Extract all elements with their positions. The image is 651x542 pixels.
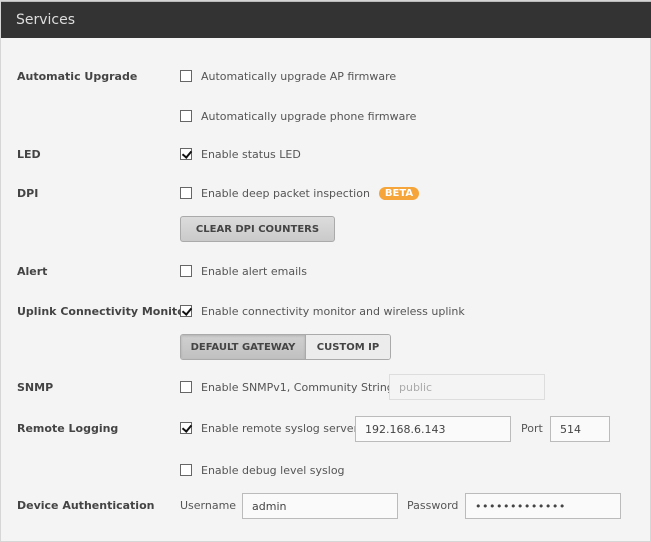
dpi-label: DPI	[17, 187, 39, 200]
remote-logging-label: Remote Logging	[17, 422, 119, 435]
snmp-text: Enable SNMPv1, Community String	[201, 380, 394, 394]
device-auth-label: Device Authentication	[17, 499, 155, 512]
debug-syslog-text: Enable debug level syslog	[201, 463, 345, 477]
password-input[interactable]: •••••••••••••	[465, 493, 621, 519]
alert-label: Alert	[17, 265, 48, 278]
dpi-checkbox[interactable]	[180, 187, 192, 199]
password-label: Password	[407, 499, 459, 512]
debug-syslog-checkbox[interactable]	[180, 464, 192, 476]
port-label: Port	[521, 422, 543, 435]
uplink-mode-segmented-control: DEFAULT GATEWAY CUSTOM IP	[180, 334, 391, 360]
snmp-community-input[interactable]: public	[389, 374, 545, 400]
led-label: LED	[17, 148, 41, 161]
uplink-monitor-label: Uplink Connectivity Monitor	[17, 305, 191, 318]
automatic-upgrade-label: Automatic Upgrade	[17, 70, 138, 83]
services-panel: Services Automatic Upgrade Automatically…	[0, 0, 651, 542]
panel-title: Services	[16, 12, 76, 28]
upgrade-ap-firmware-option[interactable]: Automatically upgrade AP firmware	[180, 68, 396, 84]
snmp-option[interactable]: Enable SNMPv1, Community String	[180, 379, 394, 395]
uplink-monitor-text: Enable connectivity monitor and wireless…	[201, 304, 465, 318]
status-led-text: Enable status LED	[201, 147, 301, 161]
panel-header: Services	[1, 1, 651, 38]
upgrade-ap-firmware-text: Automatically upgrade AP firmware	[201, 69, 397, 83]
dpi-text: Enable deep packet inspection	[201, 186, 370, 200]
syslog-server-input[interactable]: 192.168.6.143	[355, 416, 511, 442]
snmp-checkbox[interactable]	[180, 381, 192, 393]
default-gateway-button[interactable]: DEFAULT GATEWAY	[181, 335, 305, 359]
uplink-monitor-option[interactable]: Enable connectivity monitor and wireless…	[180, 303, 465, 319]
upgrade-phone-firmware-checkbox[interactable]	[180, 110, 192, 122]
remote-syslog-option[interactable]: Enable remote syslog server	[180, 420, 358, 436]
remote-syslog-checkbox[interactable]	[180, 422, 192, 434]
uplink-monitor-checkbox[interactable]	[180, 305, 192, 317]
status-led-option[interactable]: Enable status LED	[180, 146, 301, 162]
username-label: Username	[180, 499, 237, 512]
clear-dpi-counters-button[interactable]: CLEAR DPI COUNTERS	[180, 216, 335, 242]
alert-emails-checkbox[interactable]	[180, 265, 192, 277]
upgrade-phone-firmware-option[interactable]: Automatically upgrade phone firmware	[180, 108, 416, 124]
alert-emails-option[interactable]: Enable alert emails	[180, 263, 307, 279]
beta-badge: BETA	[378, 186, 420, 200]
upgrade-ap-firmware-checkbox[interactable]	[180, 70, 192, 82]
alert-emails-text: Enable alert emails	[201, 264, 307, 278]
custom-ip-button[interactable]: CUSTOM IP	[305, 335, 390, 359]
upgrade-phone-firmware-text: Automatically upgrade phone firmware	[201, 109, 417, 123]
status-led-checkbox[interactable]	[180, 148, 192, 160]
username-input[interactable]: admin	[242, 493, 398, 519]
syslog-port-input[interactable]: 514	[550, 416, 610, 442]
debug-syslog-option[interactable]: Enable debug level syslog	[180, 462, 345, 478]
dpi-option[interactable]: Enable deep packet inspection BETA	[180, 185, 420, 201]
remote-syslog-text: Enable remote syslog server	[201, 421, 359, 435]
snmp-label: SNMP	[17, 381, 54, 394]
